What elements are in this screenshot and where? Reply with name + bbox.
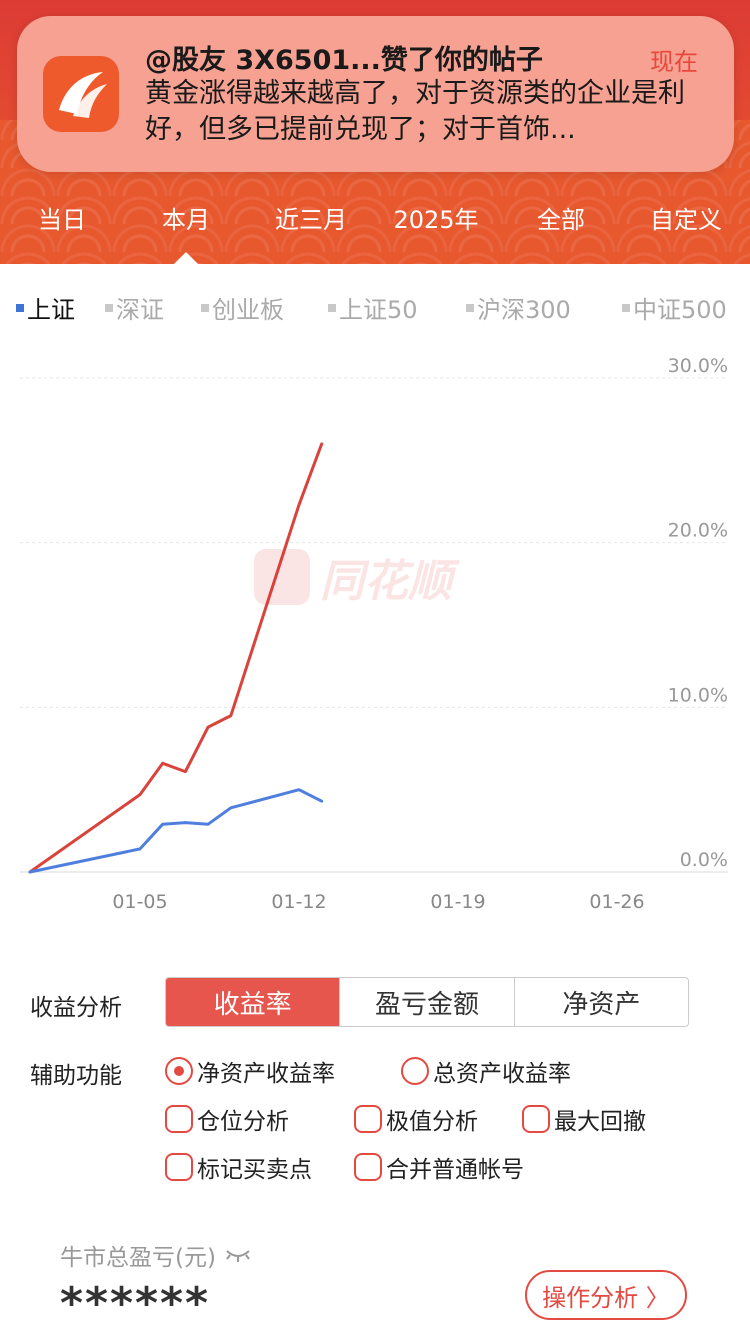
watermark-text: 同花顺 bbox=[320, 556, 452, 607]
total-pnl-value: ****** bbox=[60, 1278, 211, 1329]
y-tick-label: 10.0% bbox=[668, 684, 728, 706]
x-tick-label: 01-12 bbox=[271, 891, 326, 913]
radio-total-asset-return[interactable]: 总资产收益率 bbox=[401, 1054, 571, 1088]
checkbox-label: 极值分析 bbox=[386, 1109, 478, 1135]
index-tabs: 上证 深证 创业板 上证50 沪深300 中证500 bbox=[0, 290, 750, 326]
tab-all[interactable]: 全部 bbox=[537, 200, 585, 235]
x-tick-label: 01-05 bbox=[112, 891, 167, 913]
notification-title: @股友 3X6501...赞了你的帖子 bbox=[145, 45, 543, 76]
index-tab-label: 上证50 bbox=[339, 296, 418, 324]
analysis-segmented-control: 收益率 盈亏金额 净资产 bbox=[165, 977, 689, 1027]
notification-time: 现在 bbox=[650, 48, 698, 76]
aux-label: 辅助功能 bbox=[30, 1063, 122, 1089]
x-tick-label: 01-19 bbox=[430, 891, 485, 913]
legend-square-icon bbox=[105, 303, 113, 312]
analysis-label: 收益分析 bbox=[30, 995, 122, 1021]
checkbox-icon bbox=[522, 1105, 550, 1133]
checkbox-icon bbox=[165, 1105, 193, 1133]
return-chart[interactable]: 30.0% 20.0% 10.0% 0.0% 01-05 01-12 01-19 01-26 bbox=[0, 340, 750, 920]
index-tab-chinext[interactable]: 创业板 bbox=[201, 290, 284, 325]
checkbox-merge-accounts[interactable]: 合并普通帐号 bbox=[354, 1150, 524, 1184]
index-tab-label: 创业板 bbox=[212, 296, 284, 324]
checkbox-extreme-analysis[interactable]: 极值分析 bbox=[354, 1102, 478, 1136]
index-tab-label: 中证500 bbox=[633, 296, 727, 324]
radio-unchecked-icon bbox=[401, 1057, 429, 1085]
checkbox-icon bbox=[354, 1105, 382, 1133]
notification-banner[interactable]: @股友 3X6501...赞了你的帖子 现在 黄金涨得越来越高了，对于资源类的企… bbox=[17, 16, 734, 172]
x-tick-label: 01-26 bbox=[589, 891, 644, 913]
series-line-1 bbox=[28, 788, 324, 874]
index-tab-sse50[interactable]: 上证50 bbox=[328, 290, 418, 325]
index-tab-shenzhen[interactable]: 深证 bbox=[105, 290, 164, 325]
checkbox-max-drawdown[interactable]: 最大回撤 bbox=[522, 1102, 646, 1136]
total-pnl-label: 牛市总盈亏(元) bbox=[60, 1238, 252, 1272]
segment-return-rate[interactable]: 收益率 bbox=[166, 978, 340, 1026]
radio-net-asset-return[interactable]: 净资产收益率 bbox=[165, 1054, 335, 1088]
checkbox-icon bbox=[165, 1153, 193, 1181]
app-logo-icon bbox=[43, 56, 119, 132]
checkbox-label: 合并普通帐号 bbox=[386, 1157, 524, 1183]
index-tab-csi300[interactable]: 沪深300 bbox=[466, 290, 571, 325]
tab-today[interactable]: 当日 bbox=[38, 200, 86, 235]
radio-label: 净资产收益率 bbox=[197, 1061, 335, 1087]
legend-square-icon bbox=[328, 303, 336, 312]
series-line-0 bbox=[28, 442, 324, 874]
legend-square-icon bbox=[201, 303, 209, 312]
radio-label: 总资产收益率 bbox=[433, 1061, 571, 1087]
index-tab-shanghai[interactable]: 上证 bbox=[16, 290, 75, 325]
y-tick-label: 20.0% bbox=[668, 520, 728, 542]
watermark-icon bbox=[254, 549, 310, 605]
legend-square-icon bbox=[622, 303, 630, 312]
tab-this-month[interactable]: 本月 bbox=[162, 200, 210, 235]
y-tick-label: 0.0% bbox=[680, 849, 728, 871]
watermark-logo: 同花顺 bbox=[254, 548, 504, 607]
tab-three-months[interactable]: 近三月 bbox=[275, 200, 347, 235]
legend-square-icon bbox=[16, 303, 24, 312]
legend-square-icon bbox=[466, 303, 474, 312]
checkbox-position-analysis[interactable]: 仓位分析 bbox=[165, 1102, 289, 1136]
index-tab-label: 沪深300 bbox=[477, 296, 571, 324]
tab-2025[interactable]: 2025年 bbox=[393, 200, 478, 235]
index-tab-csi500[interactable]: 中证500 bbox=[622, 290, 727, 325]
checkbox-label: 最大回撤 bbox=[554, 1109, 646, 1135]
period-tabs: 当日 本月 近三月 2025年 全部 自定义 bbox=[0, 200, 750, 248]
index-tab-label: 上证 bbox=[27, 296, 75, 324]
operation-analysis-button[interactable]: 操作分析 〉 bbox=[525, 1270, 687, 1320]
checkbox-label: 仓位分析 bbox=[197, 1109, 289, 1135]
checkbox-icon bbox=[354, 1153, 382, 1181]
notification-body: 黄金涨得越来越高了，对于资源类的企业是利好，但多已提前兑现了；对于首饰... bbox=[145, 78, 685, 145]
segment-pnl-amount[interactable]: 盈亏金额 bbox=[339, 978, 513, 1026]
index-tab-label: 深证 bbox=[116, 296, 164, 324]
tab-custom[interactable]: 自定义 bbox=[650, 200, 722, 235]
checkbox-label: 标记买卖点 bbox=[197, 1157, 312, 1183]
segment-net-assets[interactable]: 净资产 bbox=[513, 978, 688, 1026]
eye-closed-icon[interactable] bbox=[224, 1247, 252, 1263]
y-tick-label: 30.0% bbox=[668, 355, 728, 377]
total-pnl-label-text: 牛市总盈亏(元) bbox=[60, 1245, 216, 1271]
active-tab-indicator bbox=[174, 252, 198, 264]
radio-checked-icon bbox=[165, 1057, 193, 1085]
checkbox-mark-trades[interactable]: 标记买卖点 bbox=[165, 1150, 312, 1184]
